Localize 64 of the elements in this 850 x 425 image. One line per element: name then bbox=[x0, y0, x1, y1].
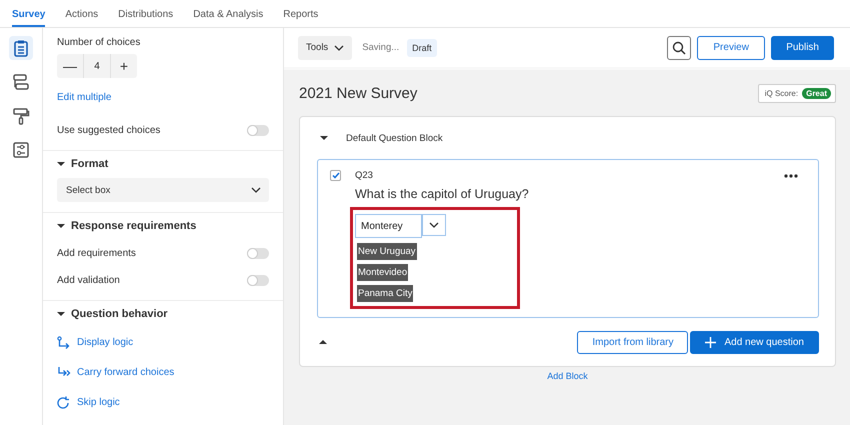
save-status: Saving... bbox=[362, 42, 400, 53]
suggestion-option[interactable]: New Uruguay bbox=[357, 243, 417, 260]
rail-button[interactable] bbox=[9, 36, 33, 60]
toggle-label: Use suggested choices bbox=[57, 125, 160, 136]
toggle-switch[interactable] bbox=[247, 248, 269, 259]
question-text: What is the capitol of Uruguay? bbox=[355, 187, 530, 201]
import-button[interactable]: Import from library bbox=[577, 330, 688, 354]
publish-button[interactable]: Publish bbox=[771, 36, 834, 60]
add-block-link[interactable]: Add Block bbox=[547, 371, 588, 381]
caret-down-icon bbox=[57, 160, 65, 168]
clipboard-icon bbox=[12, 39, 30, 57]
tab[interactable]: Distributions bbox=[118, 0, 174, 27]
chevron-down-icon bbox=[429, 222, 439, 228]
block-title: Default Question Block bbox=[346, 132, 443, 144]
edit-multiple-link[interactable]: Edit multiple bbox=[57, 92, 269, 103]
increment-button[interactable]: + bbox=[111, 54, 137, 78]
caret-down-icon bbox=[57, 310, 65, 318]
logic-link[interactable]: Skip logic bbox=[57, 388, 269, 418]
score-badge: Great bbox=[802, 88, 831, 99]
caret-down-icon[interactable] bbox=[320, 134, 328, 142]
tab[interactable]: Actions bbox=[65, 0, 98, 27]
sliders-icon bbox=[12, 141, 30, 159]
caret-down-icon bbox=[57, 222, 65, 230]
section-header[interactable]: Question behavior bbox=[57, 307, 269, 328]
toggle-switch[interactable] bbox=[247, 125, 269, 136]
number-of-choices-label: Number of choices bbox=[57, 37, 142, 48]
caret-up-icon bbox=[319, 339, 327, 345]
section-header[interactable]: Format bbox=[57, 157, 269, 178]
question-checkbox[interactable] bbox=[330, 170, 341, 181]
chevron-down-icon bbox=[334, 44, 344, 50]
format-dropdown[interactable]: Select box bbox=[57, 178, 269, 202]
branch-arrow-icon bbox=[57, 336, 71, 349]
toggle-switch[interactable] bbox=[247, 275, 269, 286]
search-icon bbox=[672, 40, 686, 54]
answer-field[interactable]: Monterey bbox=[355, 214, 422, 238]
paint-roller-icon bbox=[12, 107, 30, 125]
toggle-label: Add requirements bbox=[57, 248, 136, 259]
flow-icon bbox=[12, 73, 30, 91]
logic-link[interactable]: Carry forward choices bbox=[57, 358, 269, 388]
section-header[interactable]: Response requirements bbox=[57, 219, 269, 240]
iq-score-label: iQ Score: bbox=[764, 89, 798, 98]
choice-stepper[interactable]: — 4 + bbox=[57, 54, 137, 78]
question-number: Q23 bbox=[355, 170, 373, 181]
search-button[interactable] bbox=[667, 36, 692, 60]
chevron-down-icon bbox=[251, 187, 261, 193]
check-icon bbox=[332, 172, 340, 179]
suggestion-option[interactable]: Panama City bbox=[357, 285, 414, 302]
toggle-label: Add validation bbox=[57, 275, 120, 286]
preview-button[interactable]: Preview bbox=[697, 36, 766, 60]
tools-menu-button[interactable]: Tools bbox=[298, 36, 352, 60]
dropdown-toggle-button[interactable] bbox=[422, 214, 446, 236]
survey-title: 2021 New Survey bbox=[299, 85, 418, 102]
choice-count: 4 bbox=[83, 54, 111, 78]
tab[interactable]: Reports bbox=[283, 0, 318, 27]
add-question-button[interactable]: Add new question bbox=[690, 330, 819, 354]
plus-icon bbox=[705, 336, 716, 348]
logic-link[interactable]: Display logic bbox=[57, 328, 269, 358]
decrement-button[interactable]: — bbox=[57, 54, 83, 78]
tab[interactable]: Data & Analysis bbox=[193, 0, 264, 27]
more-options-icon bbox=[784, 174, 798, 178]
tab[interactable]: Survey bbox=[12, 0, 46, 27]
draft-badge: Draft bbox=[407, 38, 437, 56]
suggestion-option[interactable]: Montevideo bbox=[357, 264, 408, 281]
circular-arrow-icon bbox=[57, 396, 71, 409]
